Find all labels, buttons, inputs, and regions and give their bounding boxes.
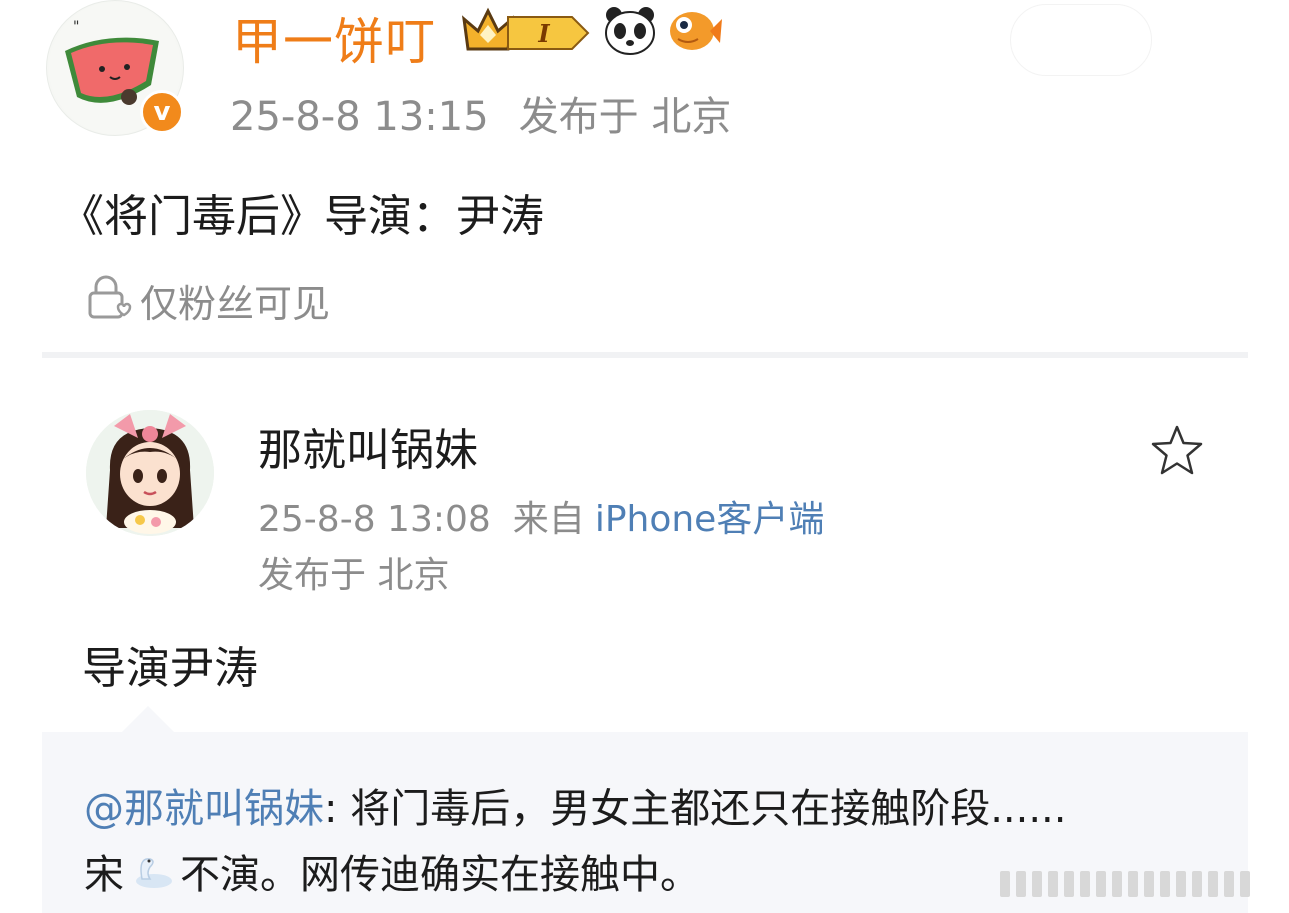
repost-source-prefix: 来自 xyxy=(512,499,585,540)
follow-button-ghost[interactable] xyxy=(1010,4,1152,76)
avatar[interactable] xyxy=(86,410,214,536)
lock-heart-icon xyxy=(84,271,134,330)
verified-icon: v xyxy=(140,90,184,134)
crown-badge-icon[interactable]: I xyxy=(460,5,594,59)
star-icon[interactable] xyxy=(1148,422,1206,480)
username[interactable]: 甲一饼叮 xyxy=(232,2,436,74)
repost-location: 发布于 北京 xyxy=(258,555,450,596)
fish-icon xyxy=(666,5,722,59)
user-badges: I xyxy=(460,4,722,60)
divider xyxy=(42,352,1248,358)
repost-text: 导演尹涛 xyxy=(82,643,258,694)
post-meta: 25-8-8 13:15 发布于 北京 xyxy=(230,84,731,142)
panda-icon xyxy=(602,5,658,59)
post-text: 《将门毒后》导演：尹涛 xyxy=(60,191,544,242)
repost-source-link[interactable]: iPhone客户端 xyxy=(595,499,825,540)
quoted-line-2: 宋 不演。网传迪确实在接触中。 xyxy=(84,842,700,900)
mention-link[interactable]: @那就叫锅妹 xyxy=(84,786,324,832)
swan-emoji xyxy=(128,851,176,891)
girl-avatar xyxy=(86,410,214,536)
quoted-text-2a: 宋 xyxy=(84,852,124,898)
repost-username[interactable]: 那就叫锅妹 xyxy=(258,414,478,478)
quoted-text-1: : 将门毒后，男女主都还只在接触阶段...... xyxy=(324,786,1067,832)
quote-notch xyxy=(120,706,176,734)
watermark xyxy=(1000,864,1280,904)
post-timestamp: 25-8-8 13:15 xyxy=(230,94,489,140)
quoted-line-1: @那就叫锅妹: 将门毒后，男女主都还只在接触阶段...... xyxy=(84,776,1066,834)
quoted-text-2b: 不演。网传迪确实在接触中。 xyxy=(180,852,700,898)
repost-meta: 25-8-8 13:08 来自 iPhone客户端 xyxy=(258,490,824,542)
visibility-label: 仅粉丝可见 xyxy=(140,281,331,326)
visibility-tag: 仅粉丝可见 xyxy=(84,272,330,328)
post-location: 发布于 北京 xyxy=(518,94,732,140)
svg-text:": " xyxy=(73,19,79,35)
repost-timestamp: 25-8-8 13:08 xyxy=(258,499,491,540)
level-badge: I xyxy=(537,19,550,48)
